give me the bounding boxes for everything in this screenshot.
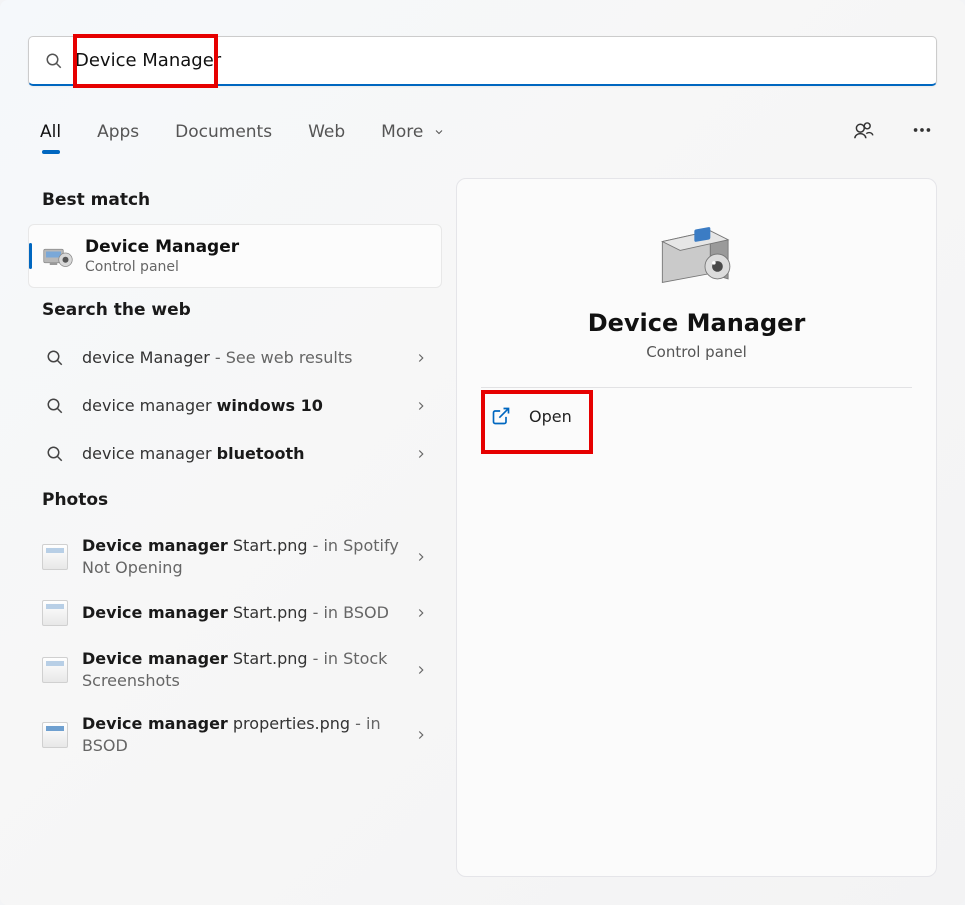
- photo-thumbnail-icon: [42, 544, 68, 570]
- section-photos: Photos: [28, 478, 442, 524]
- web-result-text: device manager windows 10: [82, 395, 400, 417]
- web-result-text: device manager bluetooth: [82, 443, 400, 465]
- chevron-down-icon: [433, 126, 445, 138]
- web-result-text: device Manager - See web results: [82, 347, 400, 369]
- chevron-right-icon: [414, 399, 428, 413]
- web-result-bold: bluetooth: [217, 444, 305, 463]
- photo-result-text: Device manager Start.png - in BSOD: [82, 602, 400, 624]
- section-best-match: Best match: [28, 178, 442, 224]
- photo-bold: Device manager: [82, 536, 228, 555]
- search-window: All Apps Documents Web More: [0, 0, 965, 905]
- photo-result-row[interactable]: Device manager Start.png - in BSOD: [28, 589, 442, 637]
- photo-location: - in BSOD: [308, 603, 389, 622]
- photo-rest: Start.png: [228, 536, 308, 555]
- search-icon: [42, 345, 68, 371]
- filter-tabs: All Apps Documents Web More: [38, 112, 447, 152]
- chevron-right-icon: [414, 351, 428, 365]
- search-icon: [42, 393, 68, 419]
- best-match-subtitle: Control panel: [85, 259, 239, 275]
- tab-all[interactable]: All: [38, 112, 63, 152]
- web-result-prefix: device manager: [82, 444, 217, 463]
- photo-bold: Device manager: [82, 603, 228, 622]
- detail-title: Device Manager: [588, 309, 806, 337]
- filter-tabs-row: All Apps Documents Web More: [38, 112, 937, 152]
- photo-result-text: Device manager Start.png - in Spotify No…: [82, 535, 400, 578]
- tab-documents[interactable]: Documents: [173, 112, 274, 152]
- photo-thumbnail-icon: [42, 657, 68, 683]
- divider: [481, 387, 912, 388]
- tab-more-label: More: [381, 122, 423, 142]
- web-result-row[interactable]: device manager windows 10: [28, 382, 442, 430]
- web-result-suffix: - See web results: [210, 348, 353, 367]
- web-result-row[interactable]: device manager bluetooth: [28, 430, 442, 478]
- tab-apps[interactable]: Apps: [95, 112, 141, 152]
- open-external-icon: [491, 406, 511, 426]
- chevron-right-icon: [414, 606, 428, 620]
- photo-result-row[interactable]: Device manager Start.png - in Stock Scre…: [28, 637, 442, 702]
- device-manager-hero-icon: [657, 219, 737, 289]
- photo-rest: Start.png: [228, 603, 308, 622]
- chat-icon-button[interactable]: [849, 115, 879, 149]
- chevron-right-icon: [414, 550, 428, 564]
- photo-bold: Device manager: [82, 649, 228, 668]
- photo-result-text: Device manager Start.png - in Stock Scre…: [82, 648, 400, 691]
- best-match-title: Device Manager: [85, 237, 239, 257]
- web-result-prefix: device Manager: [82, 348, 210, 367]
- photo-result-row[interactable]: Device manager Start.png - in Spotify No…: [28, 524, 442, 589]
- best-match-text: Device Manager Control panel: [85, 237, 239, 275]
- results-column: Best match Device Manager Control panel: [28, 178, 442, 877]
- detail-subtitle: Control panel: [646, 343, 747, 361]
- chevron-right-icon: [414, 728, 428, 742]
- more-options-button[interactable]: [907, 115, 937, 149]
- search-input[interactable]: [75, 50, 920, 71]
- chevron-right-icon: [414, 447, 428, 461]
- best-match-item[interactable]: Device Manager Control panel: [28, 224, 442, 288]
- main-content: Best match Device Manager Control panel: [28, 178, 937, 877]
- photo-rest: properties.png: [228, 714, 350, 733]
- web-result-bold: windows 10: [217, 396, 323, 415]
- web-result-prefix: device manager: [82, 396, 217, 415]
- tab-more[interactable]: More: [379, 112, 447, 152]
- photo-result-row[interactable]: Device manager properties.png - in BSOD: [28, 702, 442, 767]
- photo-rest: Start.png: [228, 649, 308, 668]
- chat-icon: [853, 119, 875, 141]
- search-box[interactable]: [28, 36, 937, 86]
- tab-web[interactable]: Web: [306, 112, 347, 152]
- photo-thumbnail-icon: [42, 600, 68, 626]
- search-icon: [42, 441, 68, 467]
- web-result-row[interactable]: device Manager - See web results: [28, 334, 442, 382]
- tabs-actions: [849, 115, 937, 149]
- device-manager-icon: [43, 241, 73, 271]
- section-search-web: Search the web: [28, 288, 442, 334]
- chevron-right-icon: [414, 663, 428, 677]
- search-bar-container: [28, 36, 937, 86]
- photo-bold: Device manager: [82, 714, 228, 733]
- photo-thumbnail-icon: [42, 722, 68, 748]
- ellipsis-icon: [911, 119, 933, 141]
- detail-panel: Device Manager Control panel Open: [456, 178, 937, 877]
- open-label: Open: [529, 407, 572, 426]
- photo-result-text: Device manager properties.png - in BSOD: [82, 713, 400, 756]
- open-button[interactable]: Open: [481, 394, 590, 438]
- search-icon: [45, 52, 63, 70]
